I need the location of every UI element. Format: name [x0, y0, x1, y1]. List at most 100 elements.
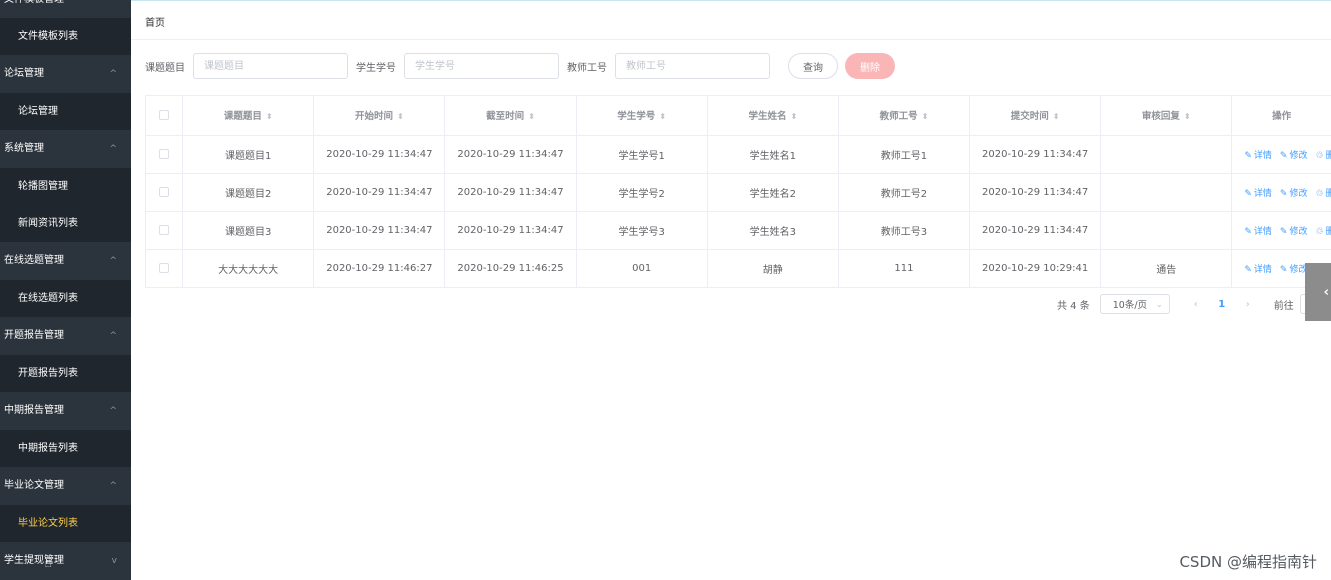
column-header-label: 操作	[1272, 111, 1292, 123]
mouse-cursor-icon: ☝	[44, 556, 52, 571]
menu-group-title[interactable]: 论坛管理 ^	[0, 55, 131, 93]
sidebar-item[interactable]: 在线选题列表	[0, 280, 131, 317]
column-header[interactable]: 开始时间 ⬍	[313, 96, 446, 136]
student-id-input[interactable]	[404, 53, 559, 79]
table-cell: 学生学号1	[576, 135, 708, 174]
menu-group-label: 开题报告管理	[4, 330, 64, 341]
sidebar-item[interactable]: 毕业论文列表	[0, 505, 131, 542]
table-cell: 2020-10-29 11:34:47	[313, 211, 446, 250]
page-number[interactable]: 1	[1212, 299, 1232, 310]
row-checkbox[interactable]	[159, 186, 170, 197]
menu-group-title[interactable]: 在线选题管理 ^	[0, 242, 131, 280]
next-page-icon[interactable]: ›	[1238, 299, 1258, 310]
column-header[interactable]: 审核回复 ⬍	[1100, 96, 1233, 136]
action-label: 详情	[1253, 188, 1272, 199]
chevron-down-icon: ⌄	[1156, 299, 1163, 309]
menu-group-title[interactable]: 文件模板管理	[0, 0, 131, 18]
menu-group-title[interactable]: 系统管理 ^	[0, 130, 131, 168]
sort-icon[interactable]: ⬍	[397, 112, 404, 121]
sort-icon[interactable]: ⬍	[659, 112, 666, 121]
menu-group-label: 文件模板管理	[4, 0, 64, 5]
sidebar-item[interactable]: 文件模板列表	[0, 18, 131, 55]
menu-group-title[interactable]: 开题报告管理 ^	[0, 317, 131, 355]
row-checkbox[interactable]	[159, 224, 170, 235]
menu-group-title[interactable]: 中期报告管理 ^	[0, 392, 131, 430]
row-checkbox[interactable]	[159, 262, 170, 273]
action-label: 删除	[1326, 189, 1331, 199]
delete-button[interactable]: 删除	[845, 53, 895, 79]
edit-button[interactable]: ✎ 修改	[1280, 265, 1308, 275]
row-select-cell	[146, 173, 184, 212]
detail-button[interactable]: ✎ 详情	[1244, 265, 1272, 275]
sort-icon[interactable]: ⬍	[1053, 112, 1060, 121]
row-checkbox[interactable]	[159, 148, 170, 159]
menu-group: 论坛管理 ^ 论坛管理	[0, 55, 131, 130]
edit-icon: ✎	[1279, 188, 1288, 199]
data-table: 课题题目 ⬍ 开始时间 ⬍ 截至时间 ⬍ 学生学号 ⬍ 学生姓名 ⬍ 教师工号 ⬍ 提交时间 ⬍ 审核回复 ⬍…	[145, 95, 1331, 288]
teacher-id-label: 教师工号	[567, 62, 607, 74]
student-id-label: 学生学号	[356, 62, 396, 74]
edit-button[interactable]: ✎ 修改	[1280, 227, 1308, 237]
edit-button[interactable]: ✎ 修改	[1280, 189, 1308, 199]
breadcrumb-divider	[131, 39, 1331, 40]
table-cell: 胡静	[707, 249, 839, 288]
table-cell: 课题题目3	[182, 211, 315, 250]
action-label: 修改	[1289, 188, 1308, 199]
column-header-label: 审核回复	[1141, 111, 1180, 123]
sort-icon[interactable]: ⬍	[790, 112, 797, 121]
query-button[interactable]: 查询	[788, 53, 838, 79]
table-cell: 2020-10-29 11:34:47	[444, 173, 577, 212]
column-header[interactable]: 学生学号 ⬍	[576, 96, 708, 136]
page-size-select[interactable]: 10条/页 ⌄	[1099, 294, 1170, 314]
detail-button[interactable]: ✎ 详情	[1244, 189, 1272, 199]
column-header[interactable]: 截至时间 ⬍	[444, 96, 577, 136]
trash-icon: ♲	[1315, 150, 1324, 161]
sort-icon[interactable]: ⬍	[266, 112, 273, 121]
action-label: 详情	[1253, 226, 1272, 237]
table-cell: 学生姓名2	[707, 173, 839, 212]
action-label: 详情	[1253, 150, 1272, 161]
table-cell: 2020-10-29 11:34:47	[444, 135, 577, 174]
sidebar-item[interactable]: 中期报告列表	[0, 430, 131, 467]
table-row: 课题题目2 2020-10-29 11:34:47 2020-10-29 11:34…	[146, 173, 1331, 212]
edit-button[interactable]: ✎ 修改	[1280, 151, 1308, 161]
sort-icon[interactable]: ⬍	[1184, 112, 1191, 121]
table-cell: 教师工号1	[838, 135, 971, 174]
edit-icon: ✎	[1244, 188, 1252, 199]
detail-button[interactable]: ✎ 详情	[1244, 227, 1272, 237]
column-header[interactable]: 提交时间 ⬍	[969, 96, 1102, 136]
column-header-label: 截至时间	[486, 111, 525, 123]
chevron-down-icon: v	[111, 556, 117, 566]
delete-button[interactable]: ♲删除	[1315, 227, 1330, 237]
menu-group-title[interactable]: 毕业论文管理 ^	[0, 467, 131, 505]
watermark: CSDN @编程指南针	[1179, 553, 1317, 571]
prev-page-icon[interactable]: ‹	[1186, 299, 1206, 310]
table-cell: 通告	[1100, 249, 1233, 288]
column-header-label: 开始时间	[354, 111, 393, 123]
column-header[interactable]: 教师工号 ⬍	[838, 96, 971, 136]
teacher-id-input[interactable]	[615, 53, 770, 79]
breadcrumb[interactable]: 首页	[145, 14, 165, 29]
row-actions: ✎详情 ✎修改 ♲删除	[1231, 211, 1331, 250]
delete-button[interactable]: ♲删除	[1315, 189, 1331, 199]
table-cell: 2020-10-29 11:34:47	[313, 135, 446, 174]
column-header[interactable]: 课题题目 ⬍	[182, 96, 315, 136]
select-all-checkbox[interactable]	[159, 110, 170, 121]
side-collapse-tab[interactable]: ‹	[1305, 263, 1331, 321]
sidebar-item[interactable]: 论坛管理	[0, 93, 131, 130]
sort-icon[interactable]: ⬍	[922, 112, 929, 121]
topic-input[interactable]	[193, 53, 348, 79]
sidebar-item[interactable]: 新闻资讯列表	[0, 205, 131, 242]
menu-group-title[interactable]: 学生提现管理 v	[0, 542, 131, 580]
sort-icon[interactable]: ⬍	[528, 112, 535, 121]
sidebar-item[interactable]: 轮播图管理	[0, 168, 131, 205]
edit-icon: ✎	[1279, 264, 1288, 275]
table-cell	[1100, 211, 1233, 250]
delete-button[interactable]: ♲删除	[1315, 150, 1330, 161]
column-header[interactable]: 学生姓名 ⬍	[707, 96, 839, 136]
column-header: 操作	[1231, 96, 1331, 136]
main-content: 首页 课题题目 学生学号 教师工号 查询 删除 课题题	[131, 0, 1331, 580]
column-header-label: 提交时间	[1010, 111, 1049, 123]
sidebar-item[interactable]: 开题报告列表	[0, 355, 131, 392]
detail-button[interactable]: ✎ 详情	[1244, 151, 1272, 161]
